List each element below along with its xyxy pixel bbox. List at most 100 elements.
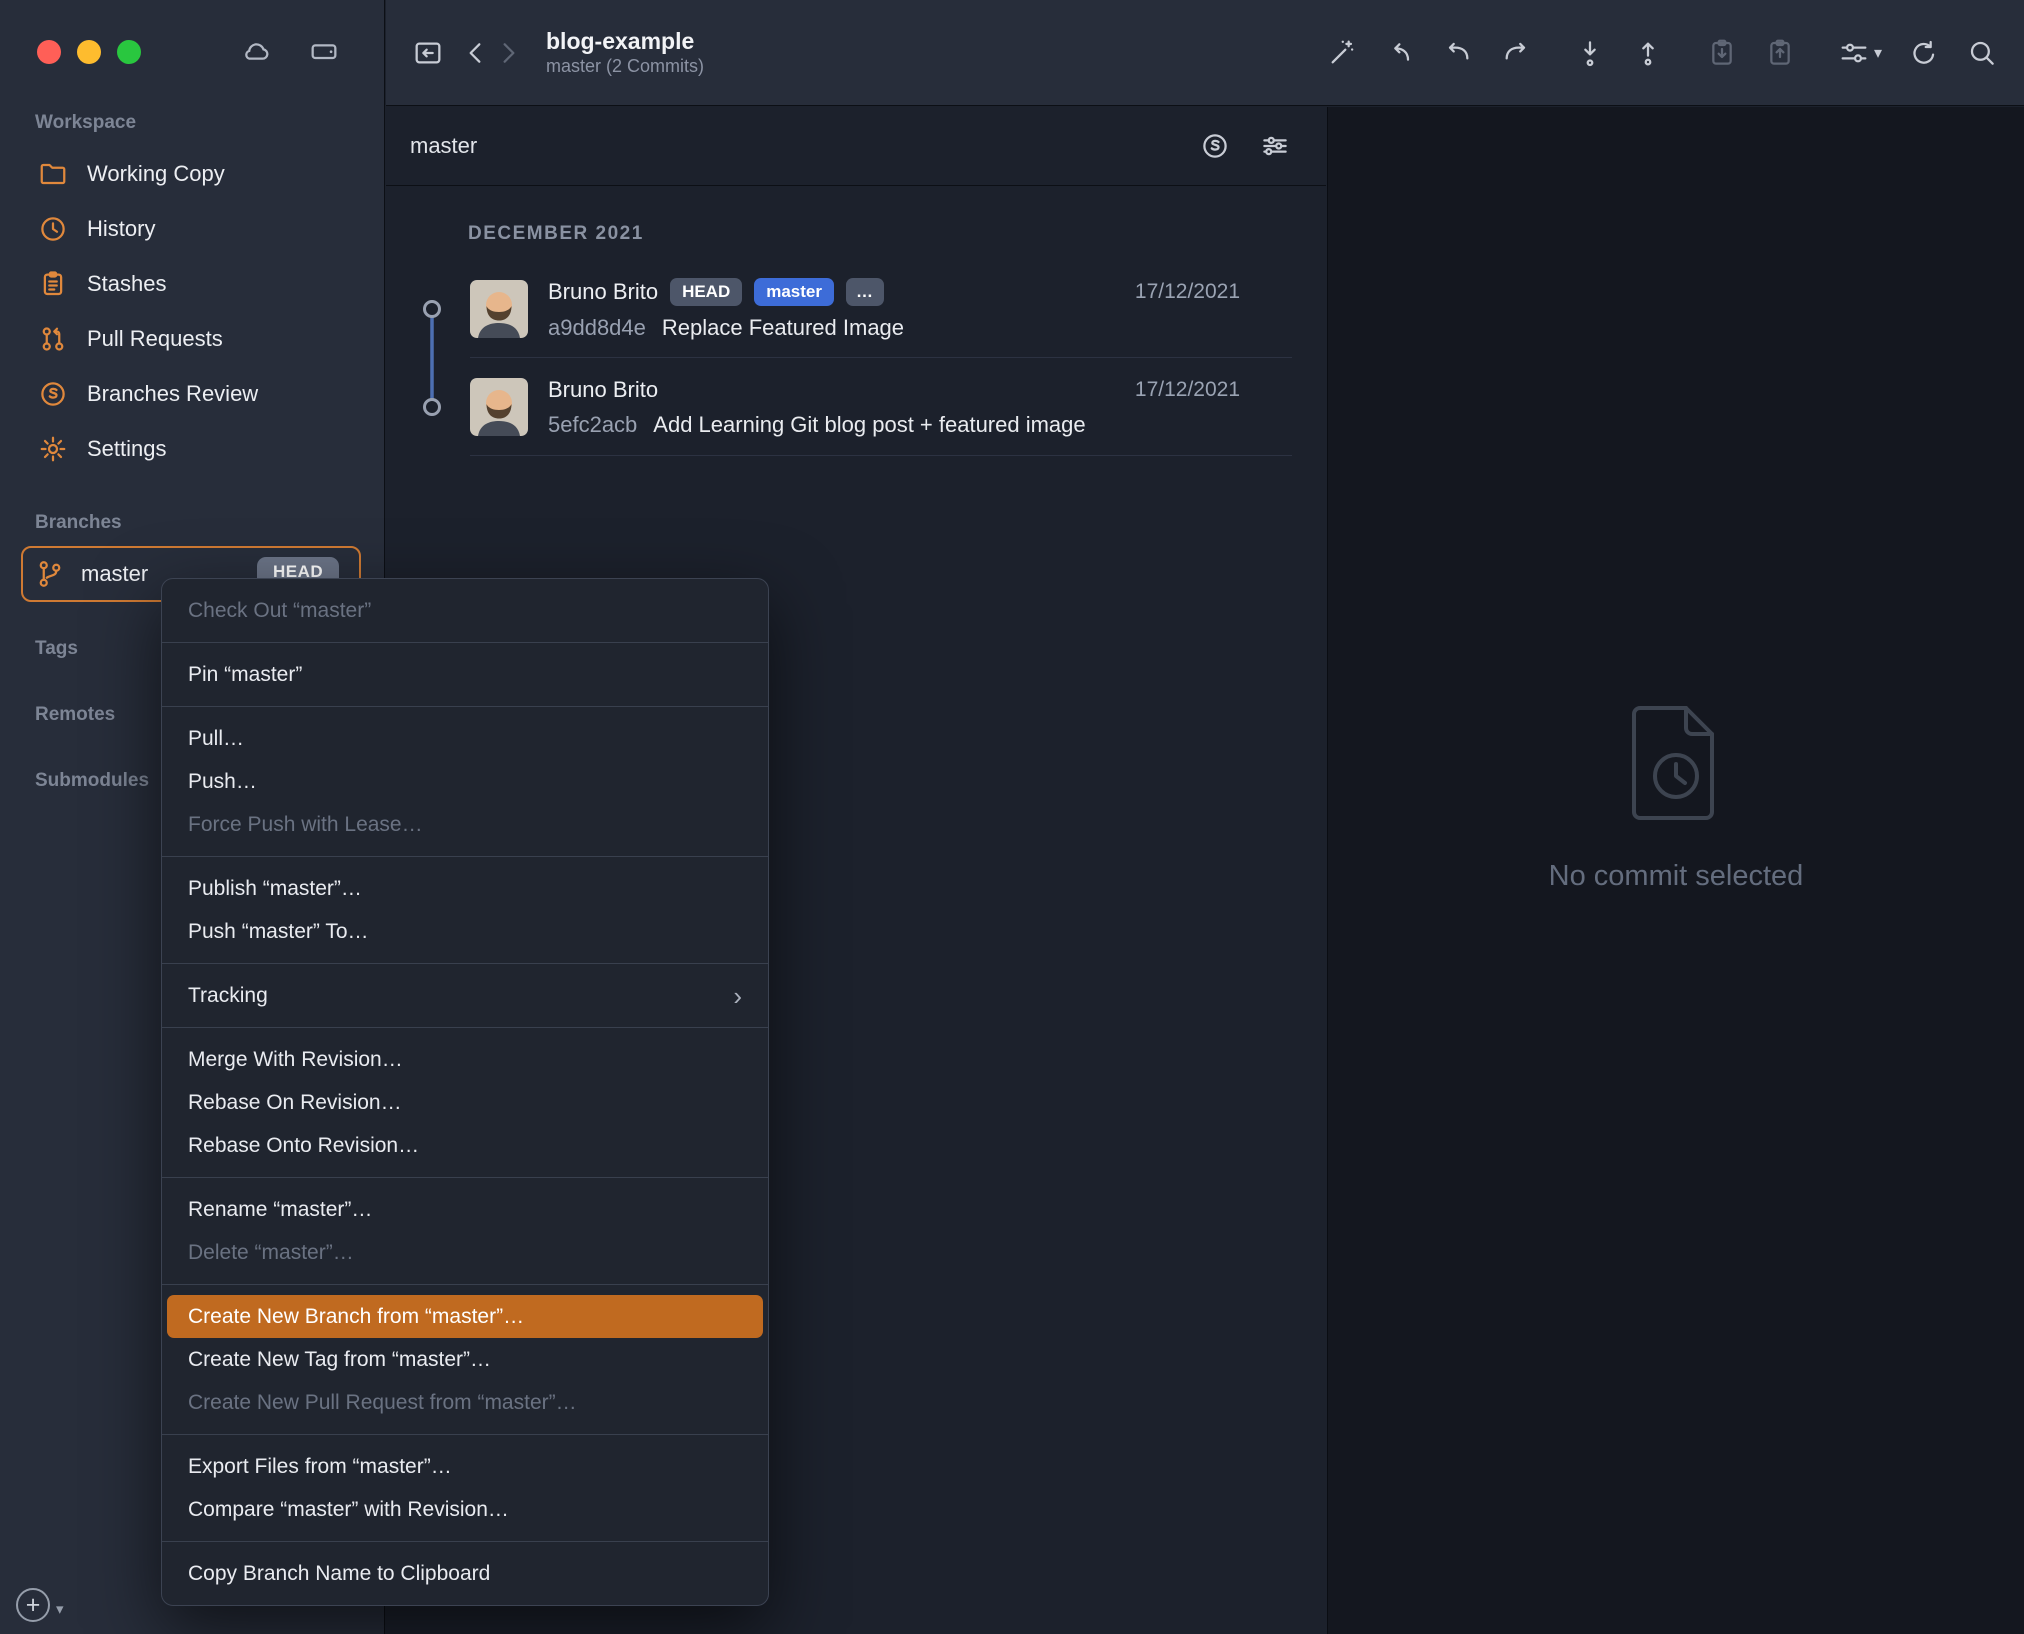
menu-item-tracking[interactable]: Tracking › [162,974,768,1017]
sidebar-item-history[interactable]: History [0,201,384,256]
branches-review-icon [41,381,65,406]
menu-item-publish[interactable]: Publish “master”… [162,867,768,910]
redo-icon[interactable] [1500,37,1532,69]
empty-state: No commit selected [1328,702,2024,893]
no-commit-icon [1632,706,1714,820]
sidebar-item-settings[interactable]: Settings [0,421,384,476]
stash-apply-icon[interactable] [1706,37,1738,69]
empty-state-text: No commit selected [1548,860,1804,892]
branches-section-label: Branches [35,512,122,533]
close-window-button[interactable] [37,40,61,64]
compare-icon[interactable] [1200,131,1230,161]
chevron-down-icon[interactable]: ▾ [56,1600,64,1618]
folder-icon [40,163,66,184]
menu-separator [162,856,768,857]
menu-separator [162,1027,768,1028]
filter-options-icon[interactable] [1260,131,1290,161]
commit-graph [423,300,441,416]
head-badge: HEAD [670,277,743,306]
menu-item-rebase-on-revision[interactable]: Rebase On Revision… [162,1081,768,1124]
menu-separator [162,642,768,643]
search-icon[interactable] [1966,37,1998,69]
zoom-window-button[interactable] [117,40,141,64]
sidebar-item-label: Stashes [87,270,167,296]
refresh-icon[interactable] [1908,37,1940,69]
menu-item-create-branch[interactable]: Create New Branch from “master”… [167,1295,763,1338]
menu-item-export-files[interactable]: Export Files from “master”… [162,1445,768,1488]
menu-separator [162,963,768,964]
menu-separator [162,706,768,707]
remotes-section-label[interactable]: Remotes [35,704,115,726]
back-button[interactable] [460,37,492,69]
menu-item-merge-with-revision[interactable]: Merge With Revision… [162,1038,768,1081]
menu-separator [162,1434,768,1435]
sidebar-item-label: Pull Requests [87,325,223,351]
chevron-down-icon: ▾ [1873,44,1882,62]
menu-item-create-tag[interactable]: Create New Tag from “master”… [162,1338,768,1381]
sidebar-item-branches-review[interactable]: Branches Review [0,366,384,421]
workflow-menu-button[interactable]: ▾ [1838,37,1882,69]
folder-back-icon[interactable] [412,37,444,69]
submenu-chevron-icon: › [733,980,742,1011]
menu-item-rebase-onto-revision[interactable]: Rebase Onto Revision… [162,1124,768,1167]
window-title-block: blog-example master (2 Commits) [546,28,704,77]
menu-item-create-pull-request: Create New Pull Request from “master”… [188,1390,577,1414]
push-icon[interactable] [1632,37,1664,69]
menu-item-check-out: Check Out “master” [188,598,372,622]
submodules-section-label[interactable]: Submodules [35,770,149,792]
menu-separator [162,1284,768,1285]
menu-item-pull[interactable]: Pull… [162,717,768,760]
more-badges-button[interactable]: … [846,277,884,306]
gear-icon [40,436,66,461]
sidebar-item-working-copy[interactable]: Working Copy [0,146,384,201]
commit-author: Bruno Brito [548,278,659,304]
menu-item-compare[interactable]: Compare “master” with Revision… [162,1488,768,1531]
commit-date: 17/12/2021 [1134,377,1240,401]
detail-panel: No commit selected [1327,107,2024,1634]
window-controls [37,40,141,64]
commit-message: Replace Featured Image [661,314,905,340]
month-header: DECEMBER 2021 [468,223,644,244]
menu-item-rename[interactable]: Rename “master”… [162,1188,768,1231]
menu-item-label: Tracking [188,983,268,1007]
commit-hash: 5efc2acb [548,411,638,437]
minimize-window-button[interactable] [77,40,101,64]
clipboard-icon [43,270,63,295]
commit-row[interactable]: Bruno Brito 17/12/2021 5efc2acb Add Lear… [470,363,1292,451]
commit-row[interactable]: Bruno Brito HEAD master … 17/12/2021 a9d… [470,265,1292,353]
menu-item-push-to[interactable]: Push “master” To… [162,910,768,953]
sidebar-item-label: Settings [87,435,167,461]
tags-section-label[interactable]: Tags [35,638,78,660]
sidebar-item-label: Working Copy [87,160,225,186]
forward-button[interactable] [492,37,524,69]
row-divider [470,455,1292,456]
history-icon [41,216,65,241]
sidebar-item-stashes[interactable]: Stashes [0,256,384,311]
undo-icon[interactable] [1442,37,1474,69]
filter-query: master [410,133,478,158]
menu-item-force-push: Force Push with Lease… [188,812,423,836]
sidebar-item-pull-requests[interactable]: Pull Requests [0,311,384,366]
workspace-section-label: Workspace [35,112,137,133]
repository-subtitle: master (2 Commits) [546,55,705,76]
menu-item-push[interactable]: Push… [162,760,768,803]
quick-actions-wand-icon[interactable] [1326,37,1358,69]
pull-icon[interactable] [1574,37,1606,69]
row-divider [470,357,1292,358]
branch-badge: master [754,277,834,306]
menu-item-copy-branch-name[interactable]: Copy Branch Name to Clipboard [162,1552,768,1595]
cloud-icon[interactable] [240,36,272,68]
add-button[interactable]: + [16,1588,50,1622]
commit-date: 17/12/2021 [1134,279,1240,303]
filter-bar: master [386,107,1326,186]
devices-icon[interactable] [308,36,340,68]
discard-icon[interactable] [1384,37,1416,69]
avatar [470,280,528,338]
repository-title: blog-example [546,27,695,54]
toolbar: blog-example master (2 Commits) ▾ [386,0,2024,106]
menu-separator [162,1541,768,1542]
menu-item-pin[interactable]: Pin “master” [162,653,768,696]
stash-save-icon[interactable] [1764,37,1796,69]
sidebar-item-label: Branches Review [87,380,259,406]
menu-separator [162,1177,768,1178]
